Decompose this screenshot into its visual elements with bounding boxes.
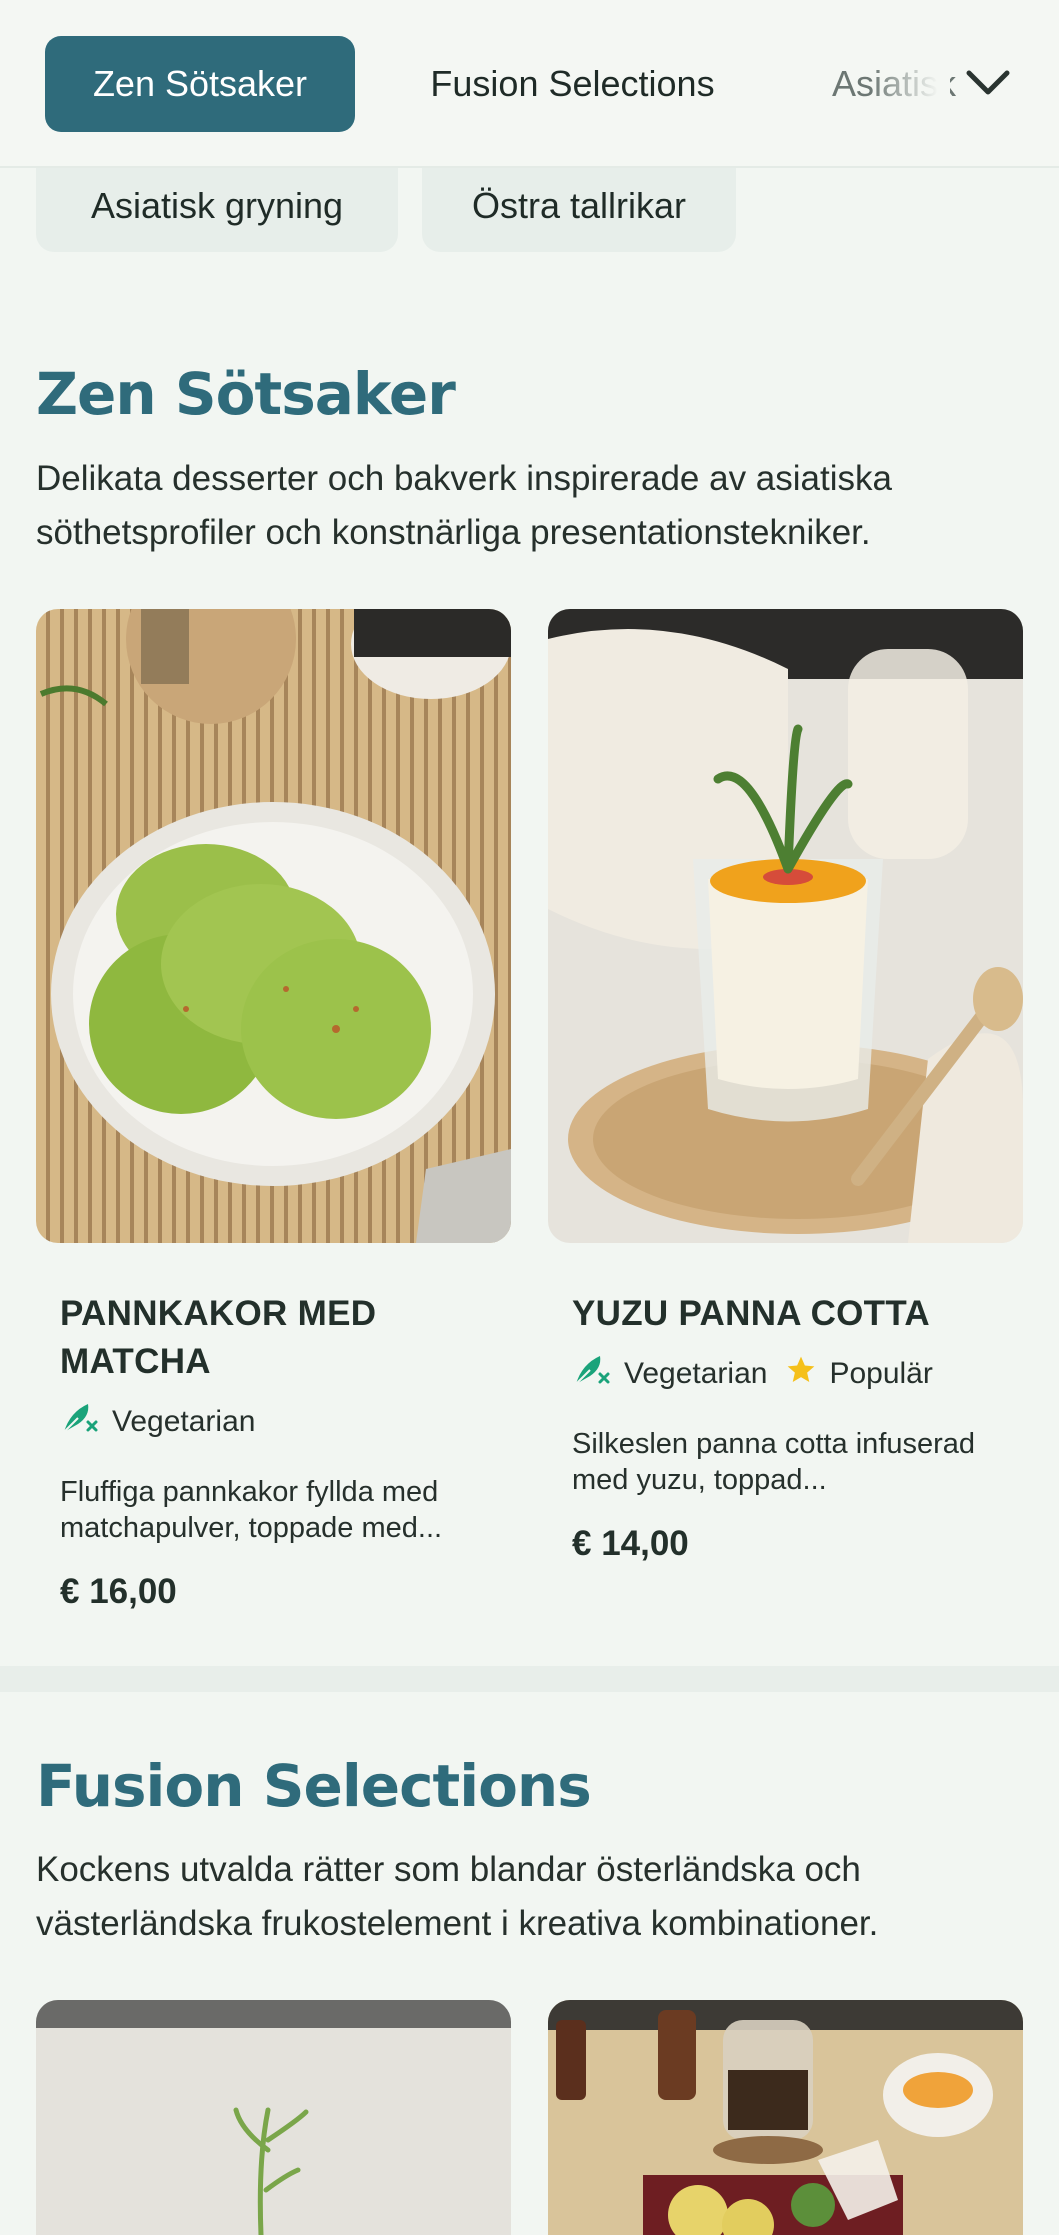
tag-vegetarian: Vegetarian <box>60 1400 255 1444</box>
vegetarian-icon <box>572 1352 612 1396</box>
pancakes-photo[interactable] <box>36 609 511 1243</box>
section-description: Kockens utvalda rätter som blandar öster… <box>36 1850 879 1943</box>
tab-fade <box>870 30 950 138</box>
fusion-item-photo[interactable] <box>548 2000 1023 2235</box>
item-tags: Vegetarian Populär <box>572 1352 933 1396</box>
tag-label: Vegetarian <box>624 1357 768 1390</box>
section-description: Delikata desserter och bakverk inspirera… <box>36 459 892 552</box>
vegetarian-icon <box>60 1400 100 1444</box>
chip-asiatisk-gryning[interactable]: Asiatisk gryning <box>36 160 398 252</box>
tab-zen-sotsaker[interactable]: Zen Sötsaker <box>45 36 355 132</box>
section-title: Fusion Selections <box>36 1752 592 1820</box>
panna-cotta-photo[interactable] <box>548 609 1023 1243</box>
star-icon <box>785 1354 817 1394</box>
tag-label: Vegetarian <box>112 1405 256 1438</box>
item-tags: Vegetarian <box>60 1400 255 1444</box>
item-name[interactable]: PANNKAKOR MED MATCHA <box>60 1290 480 1386</box>
item-price: € 14,00 <box>572 1524 689 1563</box>
chevron-down-icon[interactable] <box>957 52 1019 114</box>
fusion-item-photo[interactable] <box>36 2000 511 2235</box>
item-description: Silkeslen panna cotta infuserad med yuzu… <box>572 1428 976 1496</box>
item-price: € 16,00 <box>60 1572 177 1611</box>
tag-vegetarian: Vegetarian <box>572 1352 767 1396</box>
item-name[interactable]: YUZU PANNA COTTA <box>572 1290 992 1338</box>
chip-ostra-tallrikar[interactable]: Östra tallrikar <box>422 160 736 252</box>
section-divider <box>0 1666 1059 1692</box>
item-description: Fluffiga pannkakor fyllda med matchapulv… <box>60 1476 443 1544</box>
section-title: Zen Sötsaker <box>36 360 456 428</box>
tag-popular: Populär <box>785 1354 933 1394</box>
tab-fusion-selections[interactable]: Fusion Selections <box>395 36 750 132</box>
tag-label: Populär <box>829 1357 933 1390</box>
category-nav: Zen Sötsaker Fusion Selections Asiatisk <box>0 0 1059 168</box>
